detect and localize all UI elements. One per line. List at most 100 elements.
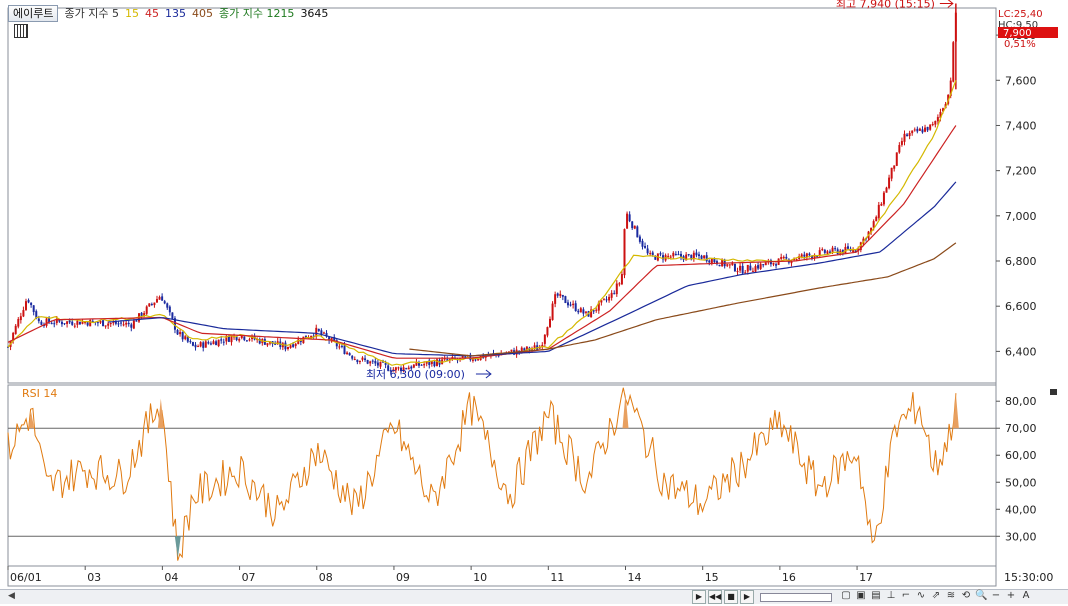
tool-icon[interactable]: ∿ [915,590,927,602]
candle-body [772,263,775,265]
candle-body [202,342,205,348]
candle-body [471,359,474,361]
candle-body [705,255,708,262]
x-tick-label: 15 [705,571,719,584]
candle-body [633,225,636,229]
candle-body [322,332,325,334]
candle-body [212,341,215,345]
candle-body [107,323,110,326]
candle-body [926,126,929,131]
forward-icon[interactable]: ▶ [740,590,754,604]
candle-body [63,323,66,325]
rsi-tick-label: 40,00 [1005,503,1037,516]
tool-icon[interactable]: ▣ [855,590,867,602]
candle-body [176,330,179,335]
candle-body [120,322,123,324]
candle-body [76,320,79,325]
candle-body [168,306,171,313]
zoom-out-icon[interactable]: − [990,590,1002,602]
price-tick-label: 6,400 [1005,345,1037,358]
candle-body [674,253,677,255]
candle-body [556,293,559,296]
candle-body [477,359,480,361]
candle-body [240,335,243,339]
tool-icon[interactable]: ⟲ [960,590,972,602]
candle-body [351,355,354,359]
rsi-tick-label: 70,00 [1005,422,1037,435]
zoom-in-icon[interactable]: + [1005,590,1017,602]
candle-body [900,141,903,145]
ma-legend-label: 종가 지수 5 [64,7,119,20]
candle-body [731,263,734,266]
scroll-track[interactable] [760,593,832,602]
candle-body [317,328,320,331]
candle-body [163,301,166,304]
tool-icon[interactable]: ⊥ [885,590,897,602]
data-table-icon[interactable] [14,24,28,38]
candle-body [579,308,582,313]
candle-body [846,246,849,249]
candle-body [749,265,752,271]
candle-body [78,321,81,325]
stop-icon[interactable]: ■ [724,590,738,604]
zoom-icon[interactable]: 🔍 [975,590,987,602]
candle-body [628,214,631,222]
candle-body [759,263,762,269]
candle-body [775,264,778,266]
candle-body [199,342,202,347]
candle-body [559,293,562,296]
candle-body [358,360,361,363]
rewind-icon[interactable]: ◀◀ [708,590,722,604]
play-icon[interactable]: ▶ [692,590,706,604]
candle-body [677,254,680,256]
candle-body [30,302,33,305]
candle-body [364,358,367,360]
tool-icon[interactable]: ▤ [870,590,882,602]
chart-scrollbar[interactable]: ◀ ▶ ◀◀ ■ ▶ ▢ ▣ ▤ ⊥ ⌐ ∿ ⇗ ≋ ⟲ 🔍 − + A [0,589,1068,604]
candle-body [546,327,549,336]
candle-body [582,309,585,314]
candle-body [913,129,916,131]
candle-body [911,130,914,134]
tool-icon[interactable]: ⌐ [900,590,912,602]
stock-name-button[interactable]: 에이루트 [8,4,59,22]
candle-body [132,320,135,329]
x-axis-frame [7,565,997,587]
candle-body [338,346,341,348]
tool-icon[interactable]: ⇗ [930,590,942,602]
candle-body [353,358,356,360]
chart-frame [7,7,1057,587]
candle-body [125,322,128,325]
panel-toggle-icon [1050,389,1057,395]
ma2-legend-value: 3645 [300,6,329,20]
font-icon[interactable]: A [1020,590,1032,602]
candle-body [194,344,197,348]
candle-body [117,323,120,325]
candle-body [40,321,43,325]
candle-body [952,42,955,82]
candle-body [19,316,22,321]
candle-body [122,324,125,326]
price-tick-label: 7,000 [1005,210,1037,223]
candle-body [464,356,467,358]
ma15-legend: 15 [124,6,139,20]
x-tick-label: 08 [319,571,333,584]
candle-body [736,271,739,273]
rsi-tick-label: 50,00 [1005,476,1037,489]
x-tick-label: 17 [859,571,873,584]
candle-body [695,252,698,256]
candle-body [376,362,379,366]
candle-body [641,240,644,247]
candle-body [569,304,572,306]
candle-body [320,330,323,335]
scroll-left-icon[interactable]: ◀ [8,591,18,602]
candle-body [366,360,369,364]
candle-body [631,221,634,229]
candle-body [577,310,580,313]
x-tick-label: 16 [782,571,796,584]
candle-body [741,265,744,274]
candle-body [191,342,194,346]
tool-icon[interactable]: ≋ [945,590,957,602]
candle-body [50,323,53,325]
tool-icon[interactable]: ▢ [840,590,852,602]
